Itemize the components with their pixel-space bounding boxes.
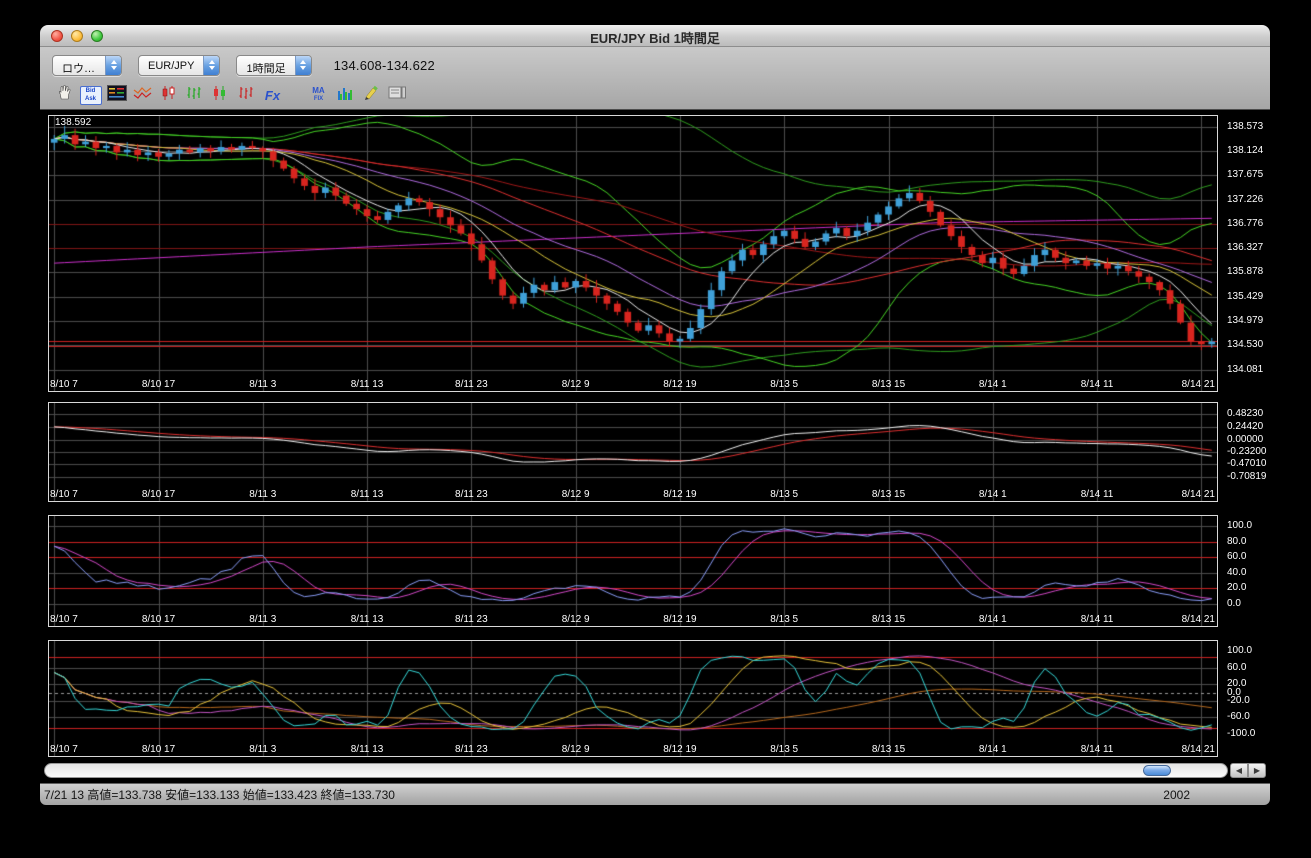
status-bar: 7/21 13 高値=133.738 安値=133.133 始値=133.423… bbox=[40, 783, 1270, 805]
compare-chart-button[interactable] bbox=[332, 84, 357, 107]
y-axis-label: 60.0 bbox=[1227, 551, 1247, 563]
y-axis-label: 20.0 bbox=[1227, 582, 1247, 594]
y-axis-label: 138.573 bbox=[1227, 120, 1264, 132]
bid-label: Bid bbox=[85, 87, 96, 94]
y-axis-label: 0.48230 bbox=[1227, 408, 1264, 420]
controls-row: ロウ… EUR/JPY 1時間足 134.608-134.622 bbox=[52, 52, 1258, 78]
line-chart-button[interactable] bbox=[130, 84, 155, 107]
stochastic-panel: 8/10 7 8/10 17 8/11 3 8/11 13 8/11 23 8/12 98… bbox=[48, 515, 1266, 627]
ask-label: Ask bbox=[84, 95, 96, 102]
price-chart-plot[interactable]: 138.592 8/10 7 8/10 17 8/11 3 8/11 13 8/11 2… bbox=[48, 115, 1218, 392]
oscillator-plot[interactable]: 8/10 7 8/10 17 8/11 3 8/11 13 8/11 23 8/12 98… bbox=[48, 640, 1218, 757]
compare-bars-icon bbox=[336, 85, 354, 106]
left-arrow-icon: ◀ bbox=[1235, 766, 1243, 775]
ma-fix-icon: MA FIX bbox=[312, 87, 324, 103]
pencil-icon bbox=[362, 84, 380, 106]
hand-tool-button[interactable] bbox=[52, 84, 77, 107]
candles-mixed-icon bbox=[212, 85, 230, 106]
chart-type-label: ロウ… bbox=[62, 62, 95, 75]
y-axis-label: -0.47010 bbox=[1227, 458, 1267, 470]
y-axis-label: 80.0 bbox=[1227, 535, 1247, 547]
y-axis-label: 135.429 bbox=[1227, 290, 1264, 302]
mixed-candles-button[interactable] bbox=[208, 84, 233, 107]
macd-plot[interactable]: 8/10 7 8/10 17 8/11 3 8/11 13 8/11 23 8/12 98… bbox=[48, 402, 1218, 502]
scroll-left-button[interactable]: ◀ bbox=[1230, 763, 1248, 778]
year-label: 2002 bbox=[1163, 787, 1190, 802]
price-board-button[interactable] bbox=[104, 84, 129, 107]
y-axis-label: -100.0 bbox=[1227, 727, 1256, 739]
y-axis-label: 0.00000 bbox=[1227, 433, 1264, 445]
macd-y-axis: 0.48230 0.24420 0.00000 -0.23200 -0.47010 -0.… bbox=[1224, 402, 1266, 502]
y-axis-label: -60.0 bbox=[1227, 711, 1250, 723]
fx-icon: Fx bbox=[264, 87, 281, 103]
tool-icons-row: Bid Ask Fx MA FIX bbox=[52, 80, 1258, 110]
y-axis-label: 100.0 bbox=[1227, 520, 1253, 532]
fix-label: FIX bbox=[313, 96, 324, 102]
horizontal-scrollbar[interactable]: ◀ ▶ bbox=[42, 761, 1268, 781]
bid-ask-toggle-button[interactable]: Bid Ask bbox=[78, 84, 103, 107]
bars-red-icon bbox=[238, 85, 256, 106]
scale-box-icon bbox=[388, 85, 406, 105]
hand-icon bbox=[56, 84, 73, 106]
y-axis-label: 134.979 bbox=[1227, 315, 1264, 327]
red-bars-button[interactable] bbox=[234, 84, 259, 107]
window-title: EUR/JPY Bid 1時間足 bbox=[590, 31, 720, 46]
oscillator-y-axis: 100.0 60.0 20.0 0.0 -20.0 -60.0 -100.0 bbox=[1224, 640, 1266, 757]
draw-tool-button[interactable] bbox=[358, 84, 383, 107]
y-axis-label: 136.776 bbox=[1227, 217, 1264, 229]
price-chart-panel: 138.592 8/10 7 8/10 17 8/11 3 8/11 13 8/11 2… bbox=[48, 115, 1266, 392]
scrollbar-thumb[interactable] bbox=[1143, 765, 1171, 776]
oscillator-panel: 8/10 7 8/10 17 8/11 3 8/11 13 8/11 23 8/12 98… bbox=[48, 640, 1266, 757]
right-arrow-icon: ▶ bbox=[1253, 766, 1261, 775]
price-annotation: 138.592 bbox=[55, 117, 92, 128]
stepper-icon bbox=[203, 55, 220, 75]
stochastic-plot[interactable]: 8/10 7 8/10 17 8/11 3 8/11 13 8/11 23 8/12 98… bbox=[48, 515, 1218, 627]
candlestick-red-icon bbox=[160, 85, 178, 106]
candlestick-chart-button[interactable] bbox=[156, 84, 181, 107]
timeframe-select[interactable]: 1時間足 bbox=[236, 54, 312, 76]
ohlc-readout: 7/21 13 高値=133.738 安値=133.133 始値=133.423… bbox=[44, 788, 395, 802]
symbol-select[interactable]: EUR/JPY bbox=[138, 54, 221, 76]
stepper-icon bbox=[105, 55, 121, 75]
y-axis-label: 0.24420 bbox=[1227, 420, 1264, 432]
scroll-right-button[interactable]: ▶ bbox=[1248, 763, 1266, 778]
chart-area: 138.592 8/10 7 8/10 17 8/11 3 8/11 13 8/11 2… bbox=[40, 110, 1270, 805]
y-axis-label: 60.0 bbox=[1227, 661, 1247, 673]
title-bar[interactable]: EUR/JPY Bid 1時間足 bbox=[40, 25, 1270, 47]
y-axis-label: 136.327 bbox=[1227, 242, 1264, 254]
hlc-bars-green-icon bbox=[186, 85, 204, 106]
y-axis-label: 137.226 bbox=[1227, 193, 1264, 205]
ma-fix-button[interactable]: MA FIX bbox=[306, 84, 331, 107]
scrollbar-track[interactable] bbox=[44, 763, 1228, 778]
chart-type-select[interactable]: ロウ… bbox=[52, 54, 122, 76]
y-axis-label: -0.70819 bbox=[1227, 470, 1267, 482]
y-axis-label: 134.081 bbox=[1227, 363, 1264, 375]
macd-panel: 8/10 7 8/10 17 8/11 3 8/11 13 8/11 23 8/12 98… bbox=[48, 402, 1266, 502]
price-board-icon bbox=[106, 84, 127, 106]
chart-window: EUR/JPY Bid 1時間足 ロウ… EUR/JPY 1時間足 134.60… bbox=[40, 25, 1270, 805]
y-axis-label: 0.0 bbox=[1227, 597, 1241, 609]
y-axis-label: 40.0 bbox=[1227, 566, 1247, 578]
y-axis-label: 138.124 bbox=[1227, 145, 1264, 157]
y-axis-label: 134.530 bbox=[1227, 339, 1264, 351]
timeframe-label: 1時間足 bbox=[246, 62, 286, 75]
symbol-label: EUR/JPY bbox=[148, 59, 195, 72]
zigzag-lines-icon bbox=[133, 85, 152, 106]
stochastic-y-axis: 100.0 80.0 60.0 40.0 20.0 0.0 bbox=[1224, 515, 1266, 627]
fx-options-button[interactable]: Fx bbox=[260, 84, 285, 107]
y-axis-label: -20.0 bbox=[1227, 694, 1250, 706]
ma-label: MA bbox=[312, 86, 325, 95]
hlc-bars-button[interactable] bbox=[182, 84, 207, 107]
y-axis-label: 135.878 bbox=[1227, 266, 1264, 278]
toolbar: ロウ… EUR/JPY 1時間足 134.608-134.622 Bid Ask bbox=[40, 47, 1270, 110]
price-y-axis: 138.573 138.124 137.675 137.226 136.776 136.3… bbox=[1224, 115, 1266, 392]
bid-ask-quote: 134.608-134.622 bbox=[333, 57, 435, 73]
bid-ask-icon: Bid Ask bbox=[79, 85, 102, 105]
y-axis-label: 100.0 bbox=[1227, 645, 1253, 657]
scale-settings-button[interactable] bbox=[384, 84, 409, 107]
stepper-icon bbox=[294, 55, 311, 75]
y-axis-label: 137.675 bbox=[1227, 169, 1264, 181]
y-axis-label: -0.23200 bbox=[1227, 445, 1267, 457]
